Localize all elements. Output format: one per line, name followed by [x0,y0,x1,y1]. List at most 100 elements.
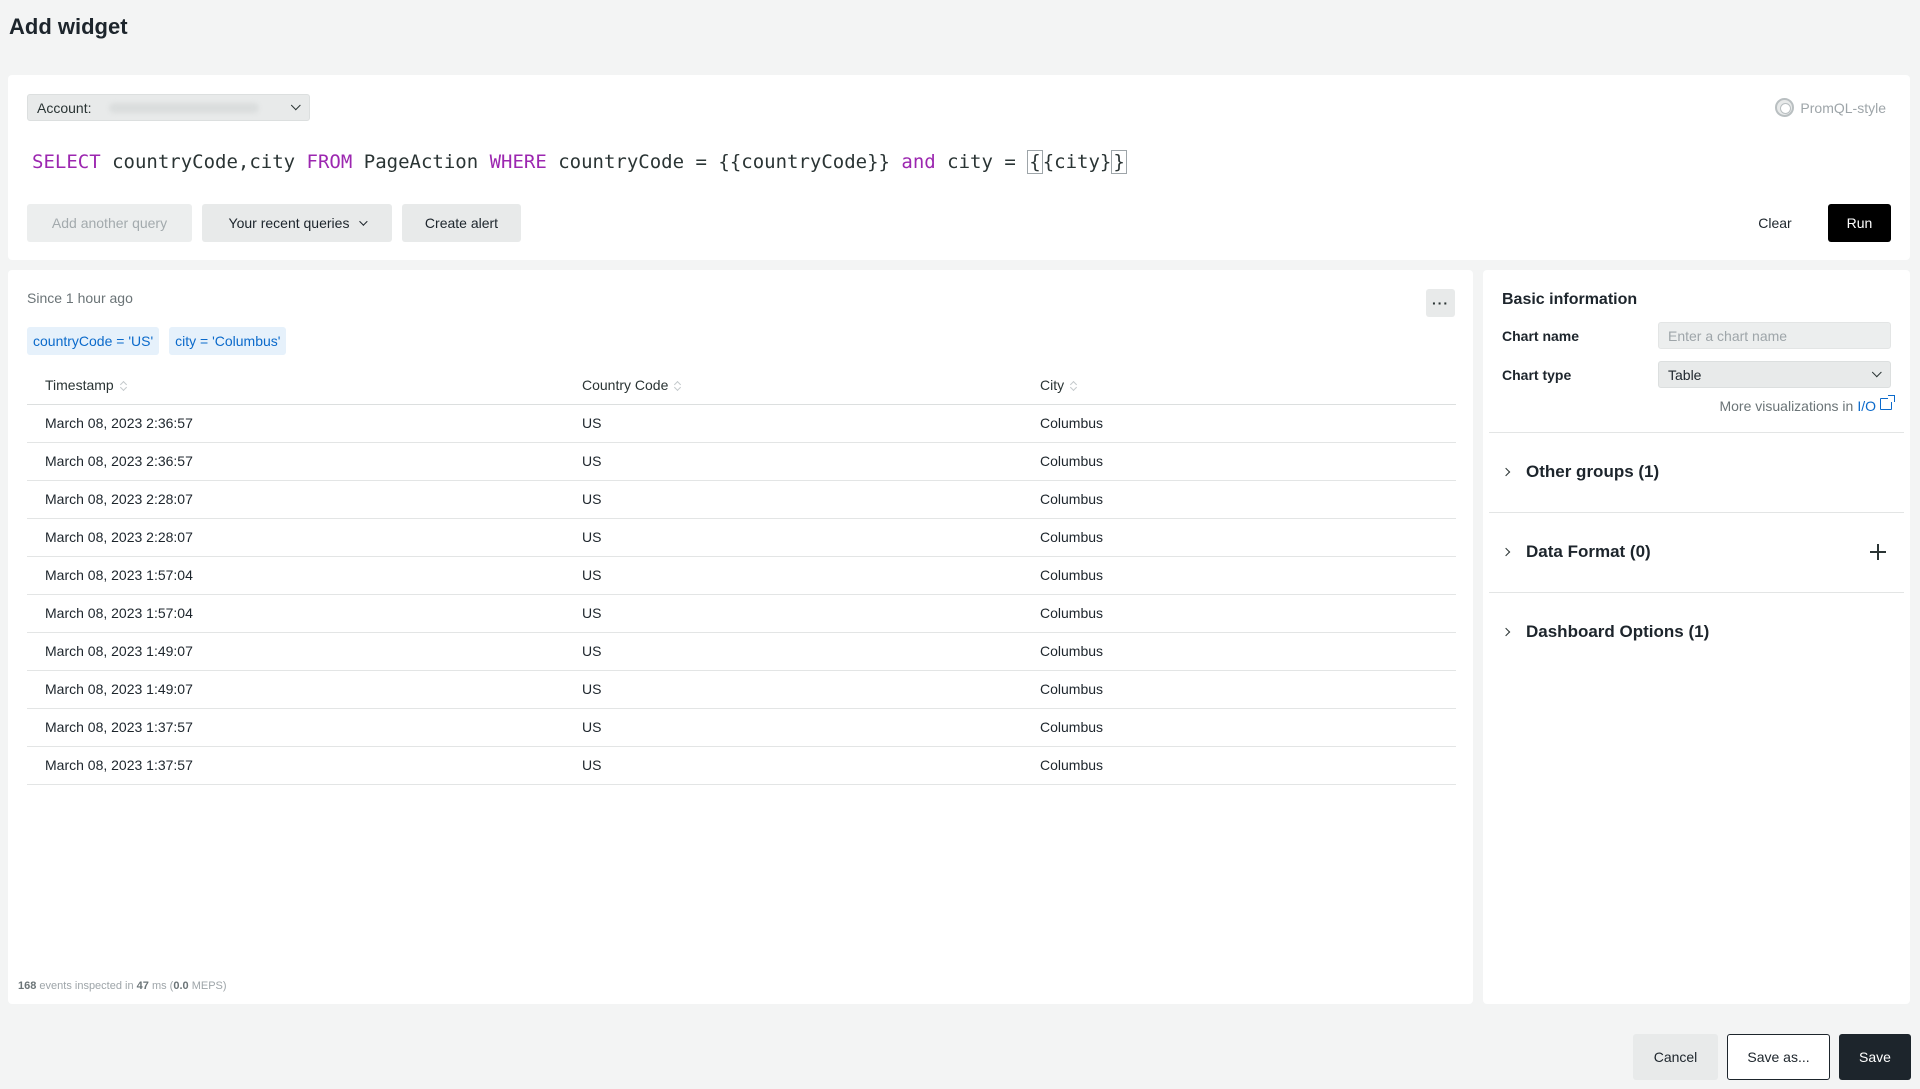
group-label: Dashboard Options (1) [1526,622,1710,641]
query-token: PageAction [352,151,490,173]
cell-country-code: US [564,670,1022,709]
column-label: City [1040,376,1065,393]
promql-toggle[interactable]: PromQL-style [1775,98,1886,117]
chevron-down-icon [359,217,369,226]
query-keyword: and [901,151,936,173]
results-panel: Since 1 hour ago ··· countryCode = 'US' … [8,270,1473,1004]
filter-list: countryCode = 'US' city = 'Columbus' [27,327,287,355]
cancel-button[interactable]: Cancel [1633,1034,1718,1080]
cell-country-code: US [564,518,1022,557]
bracket-match: { [1027,150,1043,174]
ms-count: 47 [136,980,149,992]
cell-timestamp: March 08, 2023 1:37:57 [27,746,564,785]
toggle-icon [1775,98,1795,117]
cell-timestamp: March 08, 2023 2:28:07 [27,518,564,557]
cell-city: Columbus [1022,556,1456,595]
chart-type-value: Table [1668,366,1702,383]
group-other-groups[interactable]: Other groups (1) [1489,432,1904,511]
cell-country-code: US [564,632,1022,671]
table-row: March 08, 2023 2:28:07 US Columbus [27,480,1456,519]
run-button[interactable]: Run [1828,204,1891,242]
external-link-icon [1880,395,1895,410]
promql-label: PromQL-style [1800,99,1886,116]
chevron-down-icon [1871,367,1882,378]
cell-city: Columbus [1022,404,1456,443]
cell-timestamp: March 08, 2023 1:49:07 [27,632,564,671]
table-row: March 08, 2023 1:37:57 US Columbus [27,746,1456,785]
create-alert-button[interactable]: Create alert [402,204,521,242]
group-data-format[interactable]: Data Format (0) [1489,512,1904,591]
save-as-button[interactable]: Save as... [1727,1034,1830,1080]
cell-city: Columbus [1022,518,1456,557]
filter-chip[interactable]: city = 'Columbus' [169,327,287,355]
results-table: Timestamp Country Code City March 08, 20… [27,366,1456,785]
plus-icon[interactable] [1870,544,1886,560]
account-select[interactable]: Account: [27,94,310,121]
query-stats: 168 events inspected in 47 ms (0.0 MEPS) [18,980,227,992]
chevron-right-icon [1501,547,1511,557]
cell-timestamp: March 08, 2023 1:37:57 [27,708,564,747]
meps-count: 0.0 [173,980,189,992]
column-header-country-code[interactable]: Country Code [564,366,1022,405]
cell-country-code: US [564,480,1022,519]
group-dashboard-options[interactable]: Dashboard Options (1) [1489,592,1904,671]
column-label: Country Code [582,376,669,393]
query-editor[interactable]: SELECT countryCode,city FROM PageAction … [32,150,1127,174]
clear-button[interactable]: Clear [1745,204,1805,242]
column-header-city[interactable]: City [1022,366,1456,405]
account-label: Account: [37,99,92,116]
query-token: countryCode = {{countryCode}} [546,151,902,173]
query-keyword: WHERE [489,151,547,173]
cell-city: Columbus [1022,670,1456,709]
cell-city: Columbus [1022,632,1456,671]
chart-name-input[interactable] [1658,322,1891,349]
bracket-match: } [1111,150,1127,174]
stats-text: ms ( [148,980,174,992]
table-row: March 08, 2023 2:36:57 US Columbus [27,442,1456,481]
column-header-timestamp[interactable]: Timestamp [27,366,564,405]
more-visualizations: More visualizations in I/O [1719,395,1895,414]
cell-timestamp: March 08, 2023 1:57:04 [27,556,564,595]
stats-text: MEPS) [188,980,227,992]
cell-city: Columbus [1022,480,1456,519]
query-panel: Account: PromQL-style SELECT countryCode… [8,75,1910,260]
filter-chip[interactable]: countryCode = 'US' [27,327,160,355]
cell-country-code: US [564,442,1022,481]
sort-icon [1070,380,1078,392]
chevron-down-icon [290,100,301,111]
table-header-row: Timestamp Country Code City [27,366,1456,405]
account-value-redacted [109,102,260,113]
basic-information-title: Basic information [1502,291,1638,308]
io-link[interactable]: I/O [1857,398,1876,414]
page-title: Add widget [9,14,128,39]
recent-queries-button[interactable]: Your recent queries [202,204,392,242]
more-options-button[interactable]: ··· [1426,289,1455,317]
table-row: March 08, 2023 2:36:57 US Columbus [27,404,1456,443]
stats-text: events inspected in [36,980,137,992]
table-row: March 08, 2023 1:49:07 US Columbus [27,670,1456,709]
time-range-label: Since 1 hour ago [27,290,133,306]
table-row: March 08, 2023 1:57:04 US Columbus [27,594,1456,633]
sort-icon [674,380,682,392]
chevron-right-icon [1501,627,1511,637]
group-label: Other groups (1) [1526,462,1660,481]
query-keyword: FROM [306,151,353,173]
add-another-query-button[interactable]: Add another query [27,204,192,242]
cell-timestamp: March 08, 2023 1:49:07 [27,670,564,709]
recent-queries-label: Your recent queries [228,215,350,231]
cell-country-code: US [564,404,1022,443]
sort-icon [120,380,128,392]
cell-city: Columbus [1022,708,1456,747]
save-button[interactable]: Save [1839,1034,1911,1080]
cell-city: Columbus [1022,746,1456,785]
cell-city: Columbus [1022,594,1456,633]
cell-country-code: US [564,708,1022,747]
query-keyword: SELECT [32,151,101,173]
chart-type-select[interactable]: Table [1658,361,1891,388]
cell-city: Columbus [1022,442,1456,481]
chart-name-label: Chart name [1502,328,1580,344]
query-token: countryCode,city [100,151,307,173]
more-visualizations-text: More visualizations in [1719,398,1854,414]
table-row: March 08, 2023 1:49:07 US Columbus [27,632,1456,671]
events-count: 168 [18,980,37,992]
